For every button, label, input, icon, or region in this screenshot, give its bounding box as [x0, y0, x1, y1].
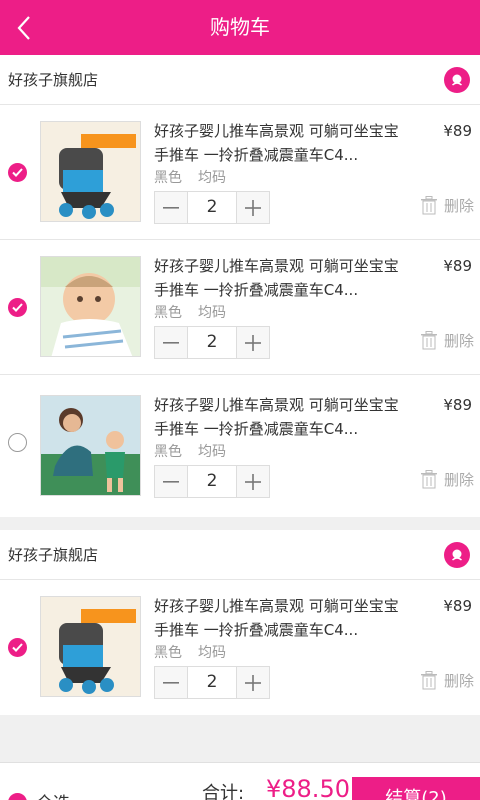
minus-icon	[163, 206, 179, 209]
trash-icon	[420, 470, 437, 489]
product-price: ¥89	[443, 122, 472, 140]
delete-label: 删除	[443, 672, 474, 690]
trash-icon	[420, 671, 437, 690]
spec-size: 均码	[198, 170, 226, 186]
select-all-checkbox[interactable]	[8, 793, 27, 800]
decrease-button[interactable]	[155, 466, 187, 497]
spec-size: 均码	[198, 305, 226, 321]
product-name[interactable]: 好孩子婴儿推车高景观 可躺可坐宝宝手推车 一拎折叠减震童车C4...	[154, 393, 404, 441]
decrease-button[interactable]	[155, 192, 187, 223]
increase-button[interactable]	[237, 192, 269, 223]
product-image[interactable]	[40, 256, 141, 357]
increase-button[interactable]	[237, 327, 269, 358]
increase-button[interactable]	[237, 466, 269, 497]
item-checkbox[interactable]	[8, 433, 27, 452]
shop-card: 好孩子旗舰店 好孩子婴儿推车高景观 可躺可坐宝宝手推车 一拎折叠减震童车C4..…	[0, 530, 480, 715]
select-all-label[interactable]: 全选	[36, 789, 70, 800]
cart-item: 好孩子婴儿推车高景观 可躺可坐宝宝手推车 一拎折叠减震童车C4... ¥89 黑…	[0, 105, 480, 240]
plus-icon	[245, 473, 261, 490]
decrease-button[interactable]	[155, 667, 187, 698]
product-price: ¥89	[443, 396, 472, 414]
quantity-stepper: 2	[154, 191, 270, 224]
checkout-bar: 全选 合计: ¥88.50 结算(2)	[0, 762, 480, 800]
shop-header: 好孩子旗舰店	[0, 55, 480, 105]
product-price: ¥89	[443, 257, 472, 275]
plus-icon	[245, 199, 261, 216]
shop-header: 好孩子旗舰店	[0, 530, 480, 580]
product-spec: 黑色 均码	[154, 441, 242, 461]
spec-color: 黑色	[154, 305, 182, 321]
quantity-stepper: 2	[154, 666, 270, 699]
minus-icon	[163, 341, 179, 344]
product-image[interactable]	[40, 395, 141, 496]
customer-service-icon[interactable]	[444, 542, 470, 568]
product-name[interactable]: 好孩子婴儿推车高景观 可躺可坐宝宝手推车 一拎折叠减震童车C4...	[154, 119, 404, 167]
customer-service-icon[interactable]	[444, 67, 470, 93]
cart-item: 好孩子婴儿推车高景观 可躺可坐宝宝手推车 一拎折叠减震童车C4... ¥89 黑…	[0, 240, 480, 375]
delete-button[interactable]: 删除	[420, 469, 474, 490]
product-image[interactable]	[40, 121, 141, 222]
item-checkbox[interactable]	[8, 638, 27, 657]
minus-icon	[163, 480, 179, 483]
delete-label: 删除	[443, 332, 474, 350]
delete-label: 删除	[443, 197, 474, 215]
product-image[interactable]	[40, 596, 141, 697]
spec-size: 均码	[198, 645, 226, 661]
product-spec: 黑色 均码	[154, 167, 242, 187]
check-icon	[12, 303, 23, 312]
shop-card: 好孩子旗舰店 好孩子婴儿推车高景观 可躺可坐宝宝手推车 一拎折叠减震童车C4..…	[0, 55, 480, 517]
spec-color: 黑色	[154, 645, 182, 661]
quantity-value[interactable]: 2	[187, 466, 237, 497]
minus-icon	[163, 681, 179, 684]
shop-name[interactable]: 好孩子旗舰店	[8, 530, 98, 580]
item-checkbox[interactable]	[8, 298, 27, 317]
delete-button[interactable]: 删除	[420, 330, 474, 351]
product-name[interactable]: 好孩子婴儿推车高景观 可躺可坐宝宝手推车 一拎折叠减震童车C4...	[154, 594, 404, 642]
quantity-value[interactable]: 2	[187, 327, 237, 358]
quantity-value[interactable]: 2	[187, 667, 237, 698]
shop-name[interactable]: 好孩子旗舰店	[8, 55, 98, 105]
delete-button[interactable]: 删除	[420, 670, 474, 691]
plus-icon	[245, 334, 261, 351]
total-label: 合计:	[202, 783, 245, 800]
item-checkbox[interactable]	[8, 163, 27, 182]
spec-color: 黑色	[154, 444, 182, 460]
total-amount: ¥88.50	[266, 775, 350, 800]
product-spec: 黑色 均码	[154, 302, 242, 322]
check-icon	[12, 643, 23, 652]
product-spec: 黑色 均码	[154, 642, 242, 662]
delete-button[interactable]: 删除	[420, 195, 474, 216]
delete-label: 删除	[443, 471, 474, 489]
spec-color: 黑色	[154, 170, 182, 186]
product-price: ¥89	[443, 597, 472, 615]
quantity-stepper: 2	[154, 465, 270, 498]
cart-item: 好孩子婴儿推车高景观 可躺可坐宝宝手推车 一拎折叠减震童车C4... ¥89 黑…	[0, 580, 480, 715]
increase-button[interactable]	[237, 667, 269, 698]
decrease-button[interactable]	[155, 327, 187, 358]
checkout-button[interactable]: 结算(2)	[352, 777, 480, 800]
trash-icon	[420, 331, 437, 350]
quantity-value[interactable]: 2	[187, 192, 237, 223]
quantity-stepper: 2	[154, 326, 270, 359]
check-icon	[12, 168, 23, 177]
spec-size: 均码	[198, 444, 226, 460]
trash-icon	[420, 196, 437, 215]
plus-icon	[245, 674, 261, 691]
cart-item: 好孩子婴儿推车高景观 可躺可坐宝宝手推车 一拎折叠减震童车C4... ¥89 黑…	[0, 375, 480, 517]
header-bar: 购物车	[0, 0, 480, 55]
product-name[interactable]: 好孩子婴儿推车高景观 可躺可坐宝宝手推车 一拎折叠减震童车C4...	[154, 254, 404, 302]
page-title: 购物车	[210, 15, 270, 39]
